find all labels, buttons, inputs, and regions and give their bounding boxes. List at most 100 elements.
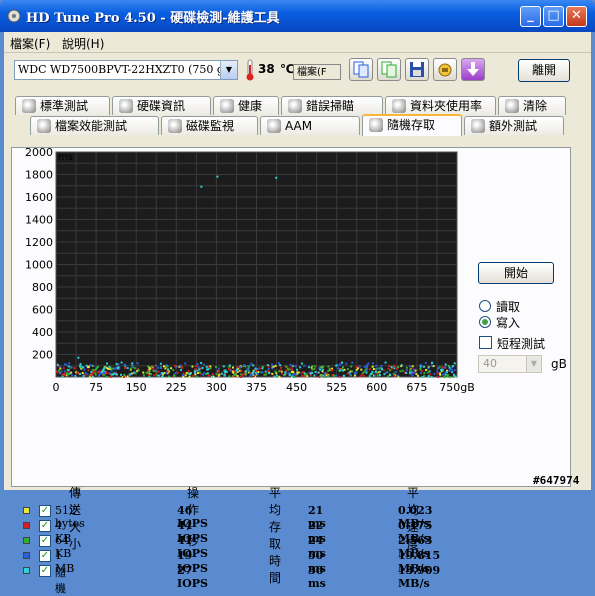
read-radio[interactable] xyxy=(479,300,491,312)
data-point xyxy=(163,371,166,374)
tab-row1-3[interactable]: 錯誤掃瞄 xyxy=(281,96,383,115)
data-point xyxy=(427,375,430,378)
tab-label: 磁碟監視 xyxy=(186,119,235,133)
copy-all-button[interactable] xyxy=(377,58,401,81)
series-checkbox[interactable]: ✓ xyxy=(39,550,51,562)
x-tick-label: 750gB xyxy=(439,381,475,394)
tab-row2-3[interactable]: 隨機存取 xyxy=(362,114,462,136)
series-checkbox[interactable]: ✓ xyxy=(39,565,51,577)
data-point xyxy=(123,363,126,366)
data-point xyxy=(405,371,408,374)
options-button[interactable] xyxy=(433,58,457,81)
file-benchmark-icon xyxy=(37,119,51,133)
data-point xyxy=(261,367,264,370)
row-iops-value: 27 IOPS xyxy=(177,564,208,590)
data-point xyxy=(314,370,317,373)
chevron-down-icon[interactable]: ▼ xyxy=(220,61,237,79)
data-point xyxy=(348,373,351,376)
data-point xyxy=(279,364,282,367)
close-button[interactable]: ✕ xyxy=(566,6,587,27)
y-tick-label: 400 xyxy=(32,326,53,339)
data-point xyxy=(254,372,257,375)
save-button[interactable] xyxy=(405,58,429,81)
data-point xyxy=(374,370,377,373)
series-checkbox[interactable]: ✓ xyxy=(39,520,51,532)
exit-button[interactable]: 離開 xyxy=(518,59,570,82)
data-point xyxy=(363,365,366,368)
data-point xyxy=(160,372,163,375)
data-point xyxy=(233,374,236,377)
start-button[interactable]: 開始 xyxy=(478,262,554,284)
short-test-checkbox[interactable] xyxy=(479,336,492,349)
data-point xyxy=(314,365,317,368)
drive-select[interactable]: WDC WD7500BPVT-22HXZT0 (750 gB) ▼ xyxy=(14,60,238,80)
write-radio[interactable] xyxy=(479,316,491,328)
data-point xyxy=(194,373,197,376)
data-point xyxy=(296,368,299,371)
random-access-panel: 200 400 600 800 1000 1200 1400 1600 1800 2000 ms 0 7… xyxy=(11,147,571,595)
data-point xyxy=(450,368,453,371)
data-point xyxy=(244,372,247,375)
tab-row1-0[interactable]: 標準測試 xyxy=(15,96,110,115)
tab-row1-2[interactable]: 健康 xyxy=(213,96,279,115)
data-point xyxy=(289,363,292,366)
data-point xyxy=(275,372,278,375)
data-point xyxy=(160,367,163,370)
data-point xyxy=(176,371,179,374)
y-tick-label: 1400 xyxy=(25,214,53,227)
data-point xyxy=(159,362,162,365)
data-point xyxy=(375,364,378,367)
data-point xyxy=(154,369,157,372)
data-point xyxy=(91,375,94,378)
data-point xyxy=(444,373,447,376)
data-point xyxy=(235,368,238,371)
data-point xyxy=(444,366,447,369)
series-checkbox[interactable]: ✓ xyxy=(39,535,51,547)
tab-row2-0[interactable]: 檔案效能測試 xyxy=(30,116,159,135)
menu-help[interactable]: 說明(H) xyxy=(62,35,104,52)
title-bar[interactable]: HD Tune Pro 4.50 - 硬碟檢測-維護工具 _ □ ✕ xyxy=(0,0,595,32)
tab-row1-5[interactable]: 清除 xyxy=(498,96,566,115)
maximize-button[interactable]: □ xyxy=(543,6,564,27)
data-point xyxy=(393,374,396,377)
data-point xyxy=(342,366,345,369)
data-point xyxy=(363,375,366,378)
data-point xyxy=(120,373,123,376)
data-point xyxy=(124,367,127,370)
tab-label: 健康 xyxy=(238,99,263,113)
minimize-button[interactable]: _ xyxy=(520,6,541,27)
tab-row2-1[interactable]: 磁碟監視 xyxy=(161,116,258,135)
tab-row2-4[interactable]: 額外測試 xyxy=(464,116,564,135)
data-point xyxy=(454,375,457,378)
data-point xyxy=(256,373,259,376)
data-point xyxy=(142,371,145,374)
data-point xyxy=(345,362,348,365)
data-point xyxy=(126,375,129,378)
menu-file[interactable]: 檔案(F) xyxy=(10,35,50,52)
data-point xyxy=(97,365,100,368)
tab-row1-4[interactable]: 資料夾使用率 xyxy=(385,96,496,115)
tab-row1-1[interactable]: 硬碟資訊 xyxy=(112,96,211,115)
data-point xyxy=(228,364,231,367)
data-point xyxy=(172,369,175,372)
data-point xyxy=(409,369,412,372)
data-point xyxy=(236,374,239,377)
copy-text-button[interactable] xyxy=(349,58,373,81)
data-point xyxy=(399,370,402,373)
data-point xyxy=(56,370,59,373)
data-point xyxy=(231,366,234,369)
data-point xyxy=(320,375,323,378)
download-button[interactable] xyxy=(461,58,485,81)
data-point xyxy=(420,370,423,373)
data-point xyxy=(110,369,113,372)
data-point xyxy=(278,370,281,373)
data-point xyxy=(300,371,303,374)
data-point xyxy=(326,372,329,375)
data-point xyxy=(353,374,356,377)
data-point xyxy=(436,370,439,373)
data-point xyxy=(328,367,331,370)
tab-row2-2[interactable]: AAM xyxy=(260,116,360,135)
series-checkbox[interactable]: ✓ xyxy=(39,505,51,517)
data-point xyxy=(430,364,433,367)
data-point xyxy=(275,374,278,377)
